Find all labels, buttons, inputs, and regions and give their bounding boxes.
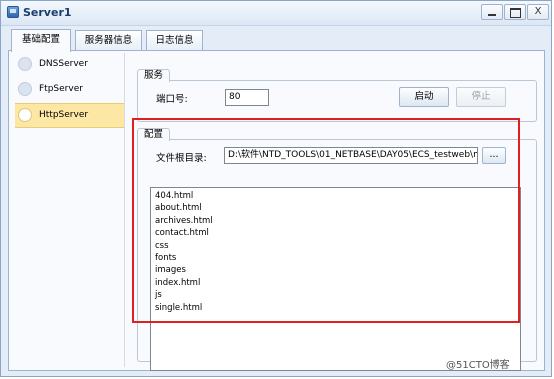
service-group-title: 服务 <box>137 69 171 82</box>
list-item[interactable]: js <box>155 289 516 301</box>
tab-content-panel: DNSServer FtpServer HttpServer 服务 端口号: 8… <box>8 50 545 371</box>
tab-log-info[interactable]: 日志信息 <box>146 30 203 51</box>
list-item[interactable]: fonts <box>155 252 516 264</box>
sidebar-item-label: DNSServer <box>39 59 88 69</box>
list-item[interactable]: contact.html <box>155 227 516 239</box>
list-item[interactable]: images <box>155 264 516 276</box>
minimize-button[interactable] <box>481 4 503 20</box>
close-button[interactable]: X <box>527 4 549 20</box>
sidebar-item-label: FtpServer <box>39 84 83 94</box>
list-item[interactable]: about.html <box>155 202 516 214</box>
port-label: 端口号: <box>156 94 188 105</box>
start-button[interactable]: 启动 <box>399 87 449 107</box>
list-item[interactable]: 404.html <box>155 190 516 202</box>
sidebar-item-label: HttpServer <box>39 110 89 120</box>
server-icon <box>18 57 32 71</box>
browse-button[interactable]: ... <box>482 147 506 164</box>
watermark: @51CTO博客 <box>446 360 510 371</box>
server-type-sidebar: DNSServer FtpServer HttpServer <box>15 53 125 367</box>
list-item[interactable]: css <box>155 240 516 252</box>
root-dir-label: 文件根目录: <box>156 153 207 164</box>
title-bar[interactable]: Server1 X <box>1 1 551 26</box>
server-icon <box>18 108 32 122</box>
port-input[interactable]: 80 <box>225 89 269 106</box>
list-item[interactable]: archives.html <box>155 215 516 227</box>
close-icon: X <box>534 6 542 17</box>
server-window: Server1 X 基础配置 服务器信息 日志信息 DNSServer FtpS… <box>0 0 552 377</box>
maximize-button[interactable] <box>504 4 526 20</box>
sidebar-item-httpserver[interactable]: HttpServer <box>15 103 124 128</box>
config-group-title: 配置 <box>137 128 171 141</box>
list-item[interactable]: single.html <box>155 302 516 314</box>
app-icon <box>7 6 19 18</box>
tab-basic-config[interactable]: 基础配置 <box>11 29 71 52</box>
list-item[interactable]: index.html <box>155 277 516 289</box>
server-icon <box>18 82 32 96</box>
config-group: 配置 文件根目录: D:\软件\NTD_TOOLS\01_NETBASE\DAY… <box>137 128 537 371</box>
tab-server-info[interactable]: 服务器信息 <box>75 30 142 51</box>
service-group: 服务 端口号: 80 启动 停止 <box>137 69 537 122</box>
file-list[interactable]: 404.html about.html archives.html contac… <box>150 187 521 371</box>
sidebar-item-dnsserver[interactable]: DNSServer <box>15 53 124 78</box>
sidebar-item-ftpserver[interactable]: FtpServer <box>15 78 124 103</box>
stop-button[interactable]: 停止 <box>456 87 506 107</box>
root-dir-input[interactable]: D:\软件\NTD_TOOLS\01_NETBASE\DAY05\ECS_tes… <box>224 147 478 164</box>
window-title: Server1 <box>23 6 72 19</box>
